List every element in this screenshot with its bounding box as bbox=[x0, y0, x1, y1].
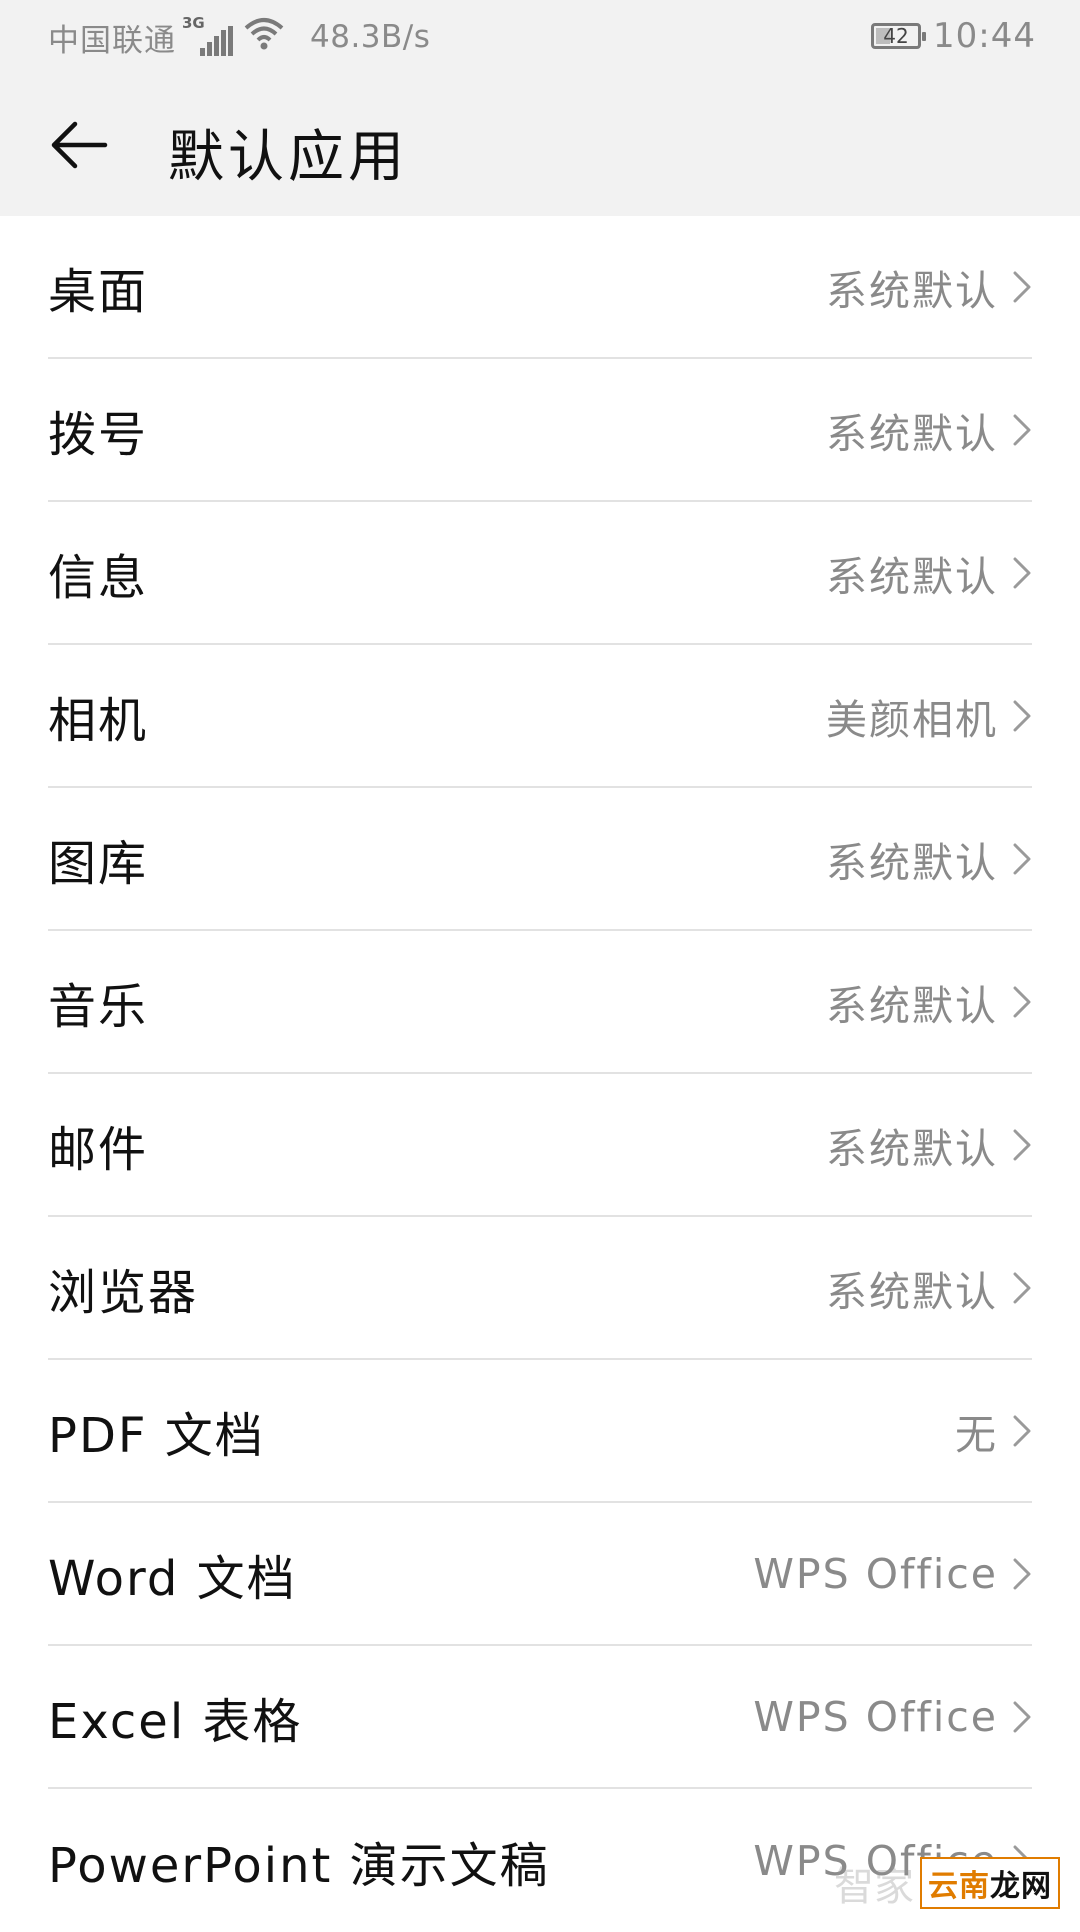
watermark-logo: 云南龙网 bbox=[920, 1857, 1060, 1909]
list-item[interactable]: 拨号 系统默认 bbox=[48, 359, 1032, 502]
list-item-label: PDF 文档 bbox=[48, 1407, 265, 1464]
list-item-value: 系统默认 bbox=[826, 409, 998, 458]
list-item-value: 美颜相机 bbox=[826, 695, 998, 744]
default-apps-list: 桌面 系统默认 拨号 系统默认 信息 系统默认 相机 美颜相机 图库 系统默认 音乐 系统默认 邮件 系统… bbox=[48, 216, 1032, 1932]
list-item[interactable]: 浏览器 系统默认 bbox=[48, 1217, 1032, 1360]
app-bar: 默认应用 bbox=[0, 72, 1080, 216]
chevron-right-icon bbox=[1012, 842, 1032, 876]
chevron-right-icon bbox=[1012, 1557, 1032, 1591]
list-item-right: 无 bbox=[955, 1401, 1032, 1461]
chevron-right-icon bbox=[1012, 1700, 1032, 1734]
list-item-value: 系统默认 bbox=[826, 552, 998, 601]
chevron-right-icon bbox=[1012, 1128, 1032, 1162]
list-item-right: 系统默认 bbox=[826, 972, 1032, 1032]
signal-icon: 3G bbox=[182, 14, 234, 58]
list-item-right: 美颜相机 bbox=[826, 686, 1032, 746]
list-item-right: 系统默认 bbox=[826, 1115, 1032, 1175]
list-item-label: 音乐 bbox=[48, 978, 149, 1035]
list-item-label: 相机 bbox=[48, 692, 149, 749]
list-item-label: Excel 表格 bbox=[48, 1693, 303, 1750]
list-item-right: 系统默认 bbox=[826, 400, 1032, 460]
list-item-value: 系统默认 bbox=[826, 1124, 998, 1173]
list-item-label: PowerPoint 演示文稿 bbox=[48, 1837, 550, 1894]
list-item-right: 系统默认 bbox=[826, 543, 1032, 603]
list-item-label: 拨号 bbox=[48, 406, 149, 463]
list-item[interactable]: 图库 系统默认 bbox=[48, 788, 1032, 931]
list-item[interactable]: 邮件 系统默认 bbox=[48, 1074, 1032, 1217]
status-left: 中国联通 3G 48.3B/s bbox=[48, 14, 431, 59]
chevron-right-icon bbox=[1012, 985, 1032, 1019]
arrow-left-icon bbox=[51, 121, 108, 169]
list-item-value: 系统默认 bbox=[826, 266, 998, 315]
watermark-suffix: 龙网 bbox=[990, 1869, 1052, 1904]
status-bar: 中国联通 3G 48.3B/s 42 10:44 bbox=[0, 0, 1080, 72]
clock: 10:44 bbox=[933, 16, 1036, 56]
battery-level: 42 bbox=[883, 24, 909, 48]
chevron-right-icon bbox=[1012, 1271, 1032, 1305]
status-right: 42 10:44 bbox=[871, 14, 1036, 58]
chevron-right-icon bbox=[1012, 699, 1032, 733]
list-item-label: 桌面 bbox=[48, 263, 149, 320]
wifi-icon bbox=[244, 16, 284, 58]
list-item[interactable]: Excel 表格 WPS Office bbox=[48, 1646, 1032, 1789]
list-item-right: WPS Office bbox=[753, 1550, 1032, 1598]
watermark-faint-text: 智家 bbox=[834, 1864, 914, 1910]
list-item-label: 浏览器 bbox=[48, 1264, 199, 1321]
carrier-name: 中国联通 bbox=[48, 22, 176, 59]
list-item-label: 信息 bbox=[48, 549, 149, 606]
list-item-value: WPS Office bbox=[753, 1692, 998, 1741]
list-item-right: WPS Office bbox=[753, 1693, 1032, 1741]
list-item-label: Word 文档 bbox=[48, 1550, 297, 1607]
list-item-right: 系统默认 bbox=[826, 257, 1032, 317]
list-item-label: 邮件 bbox=[48, 1121, 149, 1178]
network-speed: 48.3B/s bbox=[310, 19, 431, 55]
list-item-value: WPS Office bbox=[753, 1549, 998, 1598]
watermark-prefix: 云南 bbox=[928, 1869, 990, 1904]
chevron-right-icon bbox=[1012, 270, 1032, 304]
list-item-value: 系统默认 bbox=[826, 838, 998, 887]
page-title: 默认应用 bbox=[168, 125, 408, 190]
watermark: 智家 云南龙网 bbox=[834, 1854, 1060, 1912]
list-item[interactable]: 桌面 系统默认 bbox=[48, 216, 1032, 359]
list-item[interactable]: Word 文档 WPS Office bbox=[48, 1503, 1032, 1646]
list-item-value: 系统默认 bbox=[826, 981, 998, 1030]
battery-icon: 42 bbox=[871, 23, 927, 49]
list-item-label: 图库 bbox=[48, 835, 149, 892]
list-item-right: 系统默认 bbox=[826, 1258, 1032, 1318]
list-item-value: 无 bbox=[955, 1410, 998, 1459]
list-item[interactable]: 信息 系统默认 bbox=[48, 502, 1032, 645]
list-item[interactable]: 相机 美颜相机 bbox=[48, 645, 1032, 788]
header: 中国联通 3G 48.3B/s 42 10:44 默认应用 bbox=[0, 0, 1080, 216]
chevron-right-icon bbox=[1012, 413, 1032, 447]
chevron-right-icon bbox=[1012, 1414, 1032, 1448]
back-button[interactable] bbox=[44, 110, 114, 180]
list-item[interactable]: 音乐 系统默认 bbox=[48, 931, 1032, 1074]
list-item[interactable]: PDF 文档 无 bbox=[48, 1360, 1032, 1503]
chevron-right-icon bbox=[1012, 556, 1032, 590]
list-item-right: 系统默认 bbox=[826, 829, 1032, 889]
list-item-value: 系统默认 bbox=[826, 1267, 998, 1316]
